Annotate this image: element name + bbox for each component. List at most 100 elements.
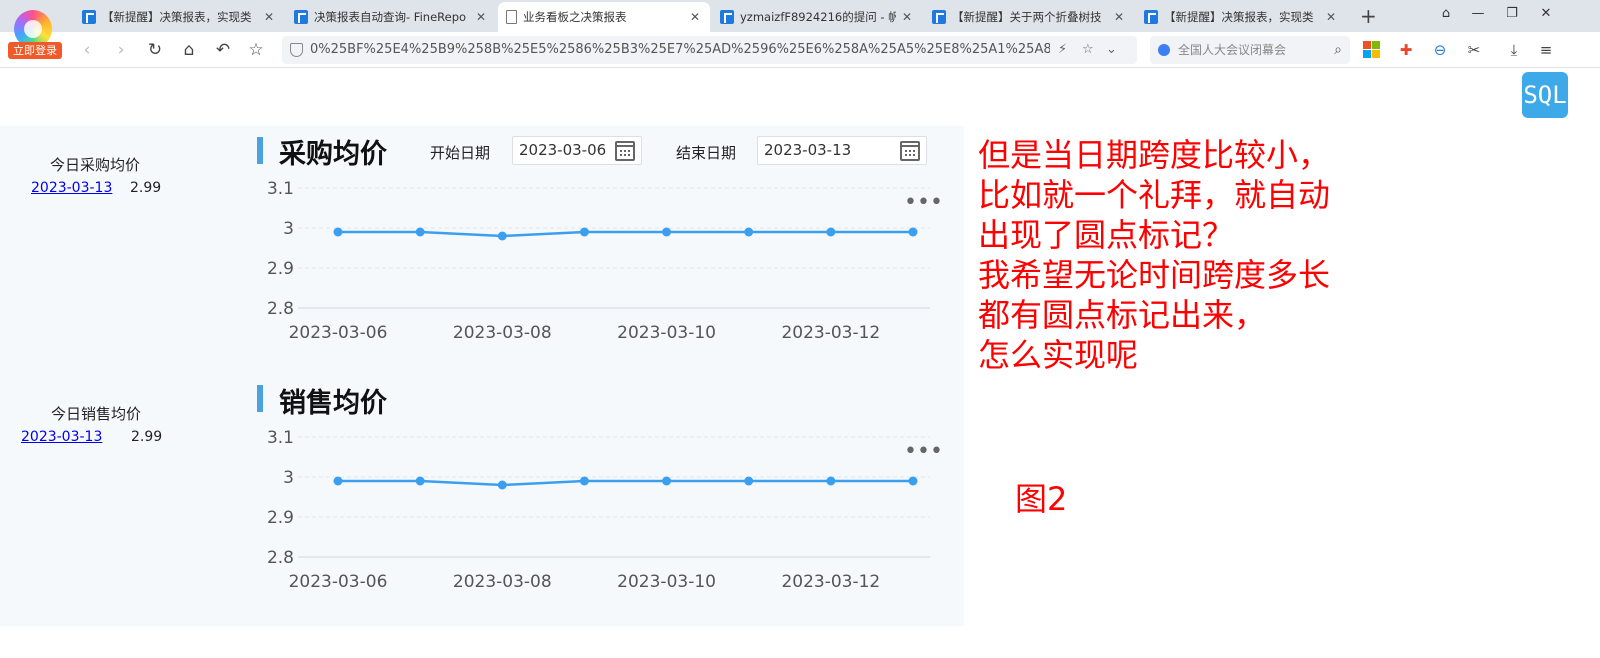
url-bar[interactable]: 0%25BF%25E4%25B9%258B%25E5%2586%25B3%25E…	[282, 36, 1137, 64]
calendar-icon[interactable]	[900, 141, 920, 161]
data-point	[415, 227, 425, 237]
tab-title: 【新提醒】决策报表，实现类	[102, 10, 252, 24]
close-icon[interactable]: ✕	[262, 10, 276, 24]
close-icon[interactable]: ✕	[1112, 10, 1126, 24]
tab-4[interactable]: yzmaizfF8924216的提问 - 帆 ✕	[712, 2, 922, 32]
lightning-icon[interactable]: ⚡	[1058, 36, 1067, 64]
tab-5[interactable]: 【新提醒】关于两个折叠树技 ✕	[924, 2, 1134, 32]
data-point	[497, 231, 507, 241]
baidu-icon	[1158, 44, 1170, 56]
data-point	[908, 476, 918, 486]
bookmark-star-icon[interactable]: ☆	[1082, 36, 1094, 64]
data-point	[333, 227, 343, 237]
y-tick-label: 3	[283, 468, 294, 488]
menu-icon[interactable]: ≡	[1536, 40, 1556, 60]
minus-circle-icon[interactable]: ⊖	[1430, 40, 1450, 60]
scissors-icon[interactable]: ✂	[1464, 40, 1484, 60]
purchase-today-title: 今日采购均价	[50, 156, 141, 174]
data-point	[744, 227, 754, 237]
data-point	[826, 476, 836, 486]
reload-icon[interactable]: ↻	[144, 39, 166, 61]
close-icon[interactable]: ✕	[1324, 10, 1338, 24]
sql-button[interactable]: SQL	[1522, 72, 1568, 118]
annotation-line: 比如就一个礼拜，就自动	[978, 176, 1331, 214]
data-point	[415, 476, 425, 486]
tab-title: 【新提醒】决策报表，实现类	[1164, 10, 1314, 24]
start-date-value: 2023-03-06	[519, 141, 607, 159]
sales-price-chart: 3.1 3 2.9 2.8 2023-03-06 2023-03-08 2023-03-10…	[267, 428, 930, 592]
forward-icon[interactable]: ›	[110, 39, 132, 61]
x-tick-label: 2023-03-12	[781, 572, 880, 592]
data-point	[579, 476, 589, 486]
search-input[interactable]: 全国人大会议闭幕会	[1178, 36, 1308, 64]
x-tick-label: 2023-03-06	[289, 323, 388, 343]
more-options-icon[interactable]: •••	[904, 441, 943, 463]
tab-title: 业务看板之决策报表	[523, 10, 627, 24]
more-options-icon[interactable]: •••	[904, 192, 943, 214]
annotation-line: 怎么实现呢	[978, 336, 1139, 374]
download-icon[interactable]: ⤓	[1504, 40, 1524, 60]
purchase-today-value: 2.99	[130, 180, 162, 196]
game-icon[interactable]: ✚	[1396, 40, 1416, 60]
back-icon[interactable]: ‹	[76, 39, 98, 61]
start-date-label: 开始日期	[430, 144, 491, 162]
purchase-today-date-link[interactable]: 2023-03-13	[31, 180, 112, 196]
start-date-input[interactable]: 2023-03-06	[512, 136, 642, 165]
y-tick-label: 3.1	[267, 179, 294, 199]
end-date-label: 结束日期	[676, 144, 737, 162]
calendar-icon[interactable]	[615, 141, 635, 161]
apps-icon[interactable]	[1362, 40, 1382, 60]
y-tick-label: 3.1	[267, 428, 294, 448]
new-tab-icon[interactable]: +	[1360, 4, 1377, 28]
browser-logo[interactable]: 立即登录	[8, 6, 62, 60]
data-point	[908, 227, 918, 237]
y-tick-label: 3	[283, 219, 294, 239]
y-tick-label: 2.9	[267, 259, 294, 279]
x-tick-label: 2023-03-12	[781, 323, 880, 343]
x-tick-label: 2023-03-10	[617, 572, 716, 592]
section-accent-bar	[257, 385, 263, 412]
shirt-icon[interactable]: ⌂	[1436, 6, 1456, 21]
sales-today-date-link[interactable]: 2023-03-13	[21, 429, 102, 445]
tab-2[interactable]: 决策报表自动查询- FineRepo ✕	[286, 2, 496, 32]
logo-center	[24, 20, 42, 38]
annotation-line: 都有圆点标记出来，	[978, 296, 1267, 334]
data-point	[579, 227, 589, 237]
sales-today-value: 2.99	[131, 429, 163, 445]
tab-1[interactable]: 【新提醒】决策报表，实现类 ✕	[74, 2, 284, 32]
finereport-icon	[1144, 10, 1158, 24]
restore-icon[interactable]: ❐	[1502, 6, 1522, 21]
finereport-icon	[82, 10, 96, 24]
home-icon[interactable]: ⌂	[178, 39, 200, 61]
tab-bar: 立即登录 【新提醒】决策报表，实现类 ✕ 决策报表自动查询- FineRepo …	[0, 0, 1600, 59]
x-tick-label: 2023-03-08	[453, 323, 552, 343]
data-point	[333, 476, 343, 486]
star-icon[interactable]: ☆	[245, 39, 267, 61]
data-point	[744, 476, 754, 486]
tab-3-active[interactable]: 业务看板之决策报表 ✕	[498, 2, 710, 32]
search-icon[interactable]: ⌕	[1334, 36, 1342, 64]
data-point	[662, 227, 672, 237]
url-text[interactable]: 0%25BF%25E4%25B9%258B%25E5%2586%25B3%25E…	[310, 36, 1050, 64]
minimize-icon[interactable]: —	[1468, 6, 1488, 21]
data-point	[662, 476, 672, 486]
close-icon[interactable]: ✕	[900, 10, 914, 24]
tab-6[interactable]: 【新提醒】决策报表，实现类 ✕	[1136, 2, 1346, 32]
chevron-down-icon[interactable]: ⌄	[1106, 36, 1117, 64]
address-toolbar: ‹ › ↻ ⌂ ↶ ☆ 0%25BF%25E4%25B9%258B%25E5%2…	[0, 32, 1600, 68]
x-tick-label: 2023-03-06	[289, 572, 388, 592]
end-date-value: 2023-03-13	[764, 141, 852, 159]
end-date-input[interactable]: 2023-03-13	[757, 136, 927, 165]
section-accent-bar	[257, 137, 263, 164]
annotation-line: 我希望无论时间跨度多长	[978, 256, 1331, 294]
y-tick-label: 2.8	[267, 299, 294, 319]
search-box[interactable]: 全国人大会议闭幕会 ⌕	[1150, 36, 1350, 64]
sales-section-title: 销售均价	[279, 388, 387, 419]
login-badge[interactable]: 立即登录	[8, 42, 62, 59]
undo-icon[interactable]: ↶	[212, 39, 234, 61]
tab-title: 决策报表自动查询- FineRepo	[314, 10, 467, 24]
data-point	[826, 227, 836, 237]
close-icon[interactable]: ✕	[688, 10, 702, 24]
close-icon[interactable]: ✕	[474, 10, 488, 24]
close-window-icon[interactable]: ✕	[1536, 6, 1556, 21]
